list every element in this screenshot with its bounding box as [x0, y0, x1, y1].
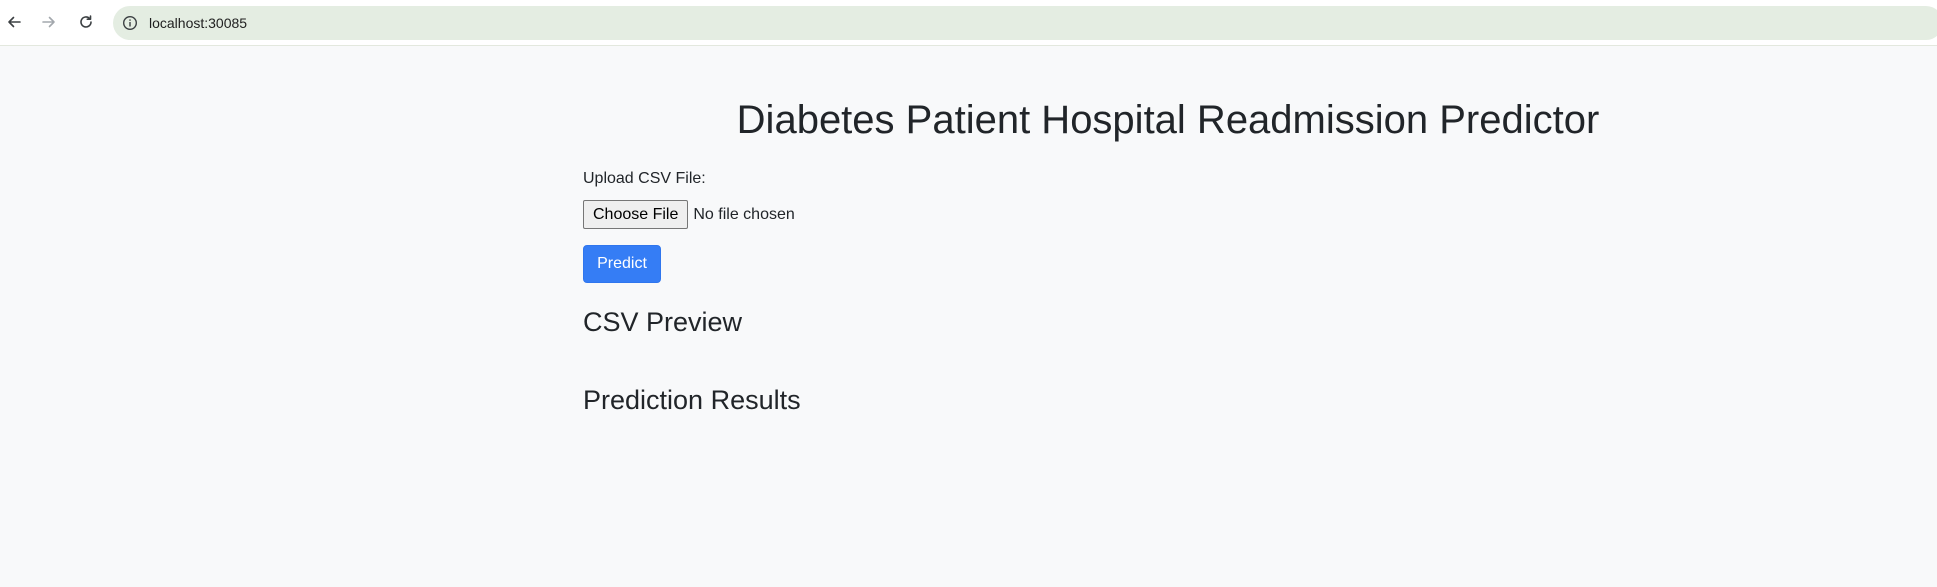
back-button[interactable]	[2, 10, 26, 34]
page-title: Diabetes Patient Hospital Readmission Pr…	[736, 98, 1600, 142]
reload-button[interactable]	[74, 10, 98, 34]
choose-file-button[interactable]: Choose File	[583, 200, 689, 229]
csv-file-input[interactable]: Choose File No file chosen	[583, 200, 795, 229]
prediction-results-heading: Prediction Results	[583, 385, 801, 415]
file-status-text: No file chosen	[693, 205, 795, 223]
upload-label: Upload CSV File:	[583, 170, 706, 187]
arrow-right-icon	[42, 16, 55, 28]
url-text[interactable]: localhost:30085	[149, 14, 247, 32]
reload-icon	[80, 15, 92, 28]
forward-button[interactable]	[37, 10, 61, 34]
browser-toolbar: localhost:30085	[0, 0, 1937, 46]
address-bar[interactable]: localhost:30085	[113, 6, 1937, 40]
arrow-left-icon	[8, 16, 21, 28]
csv-preview-heading: CSV Preview	[583, 307, 743, 337]
predict-button[interactable]: Predict	[583, 245, 661, 283]
info-icon[interactable]	[122, 15, 138, 31]
